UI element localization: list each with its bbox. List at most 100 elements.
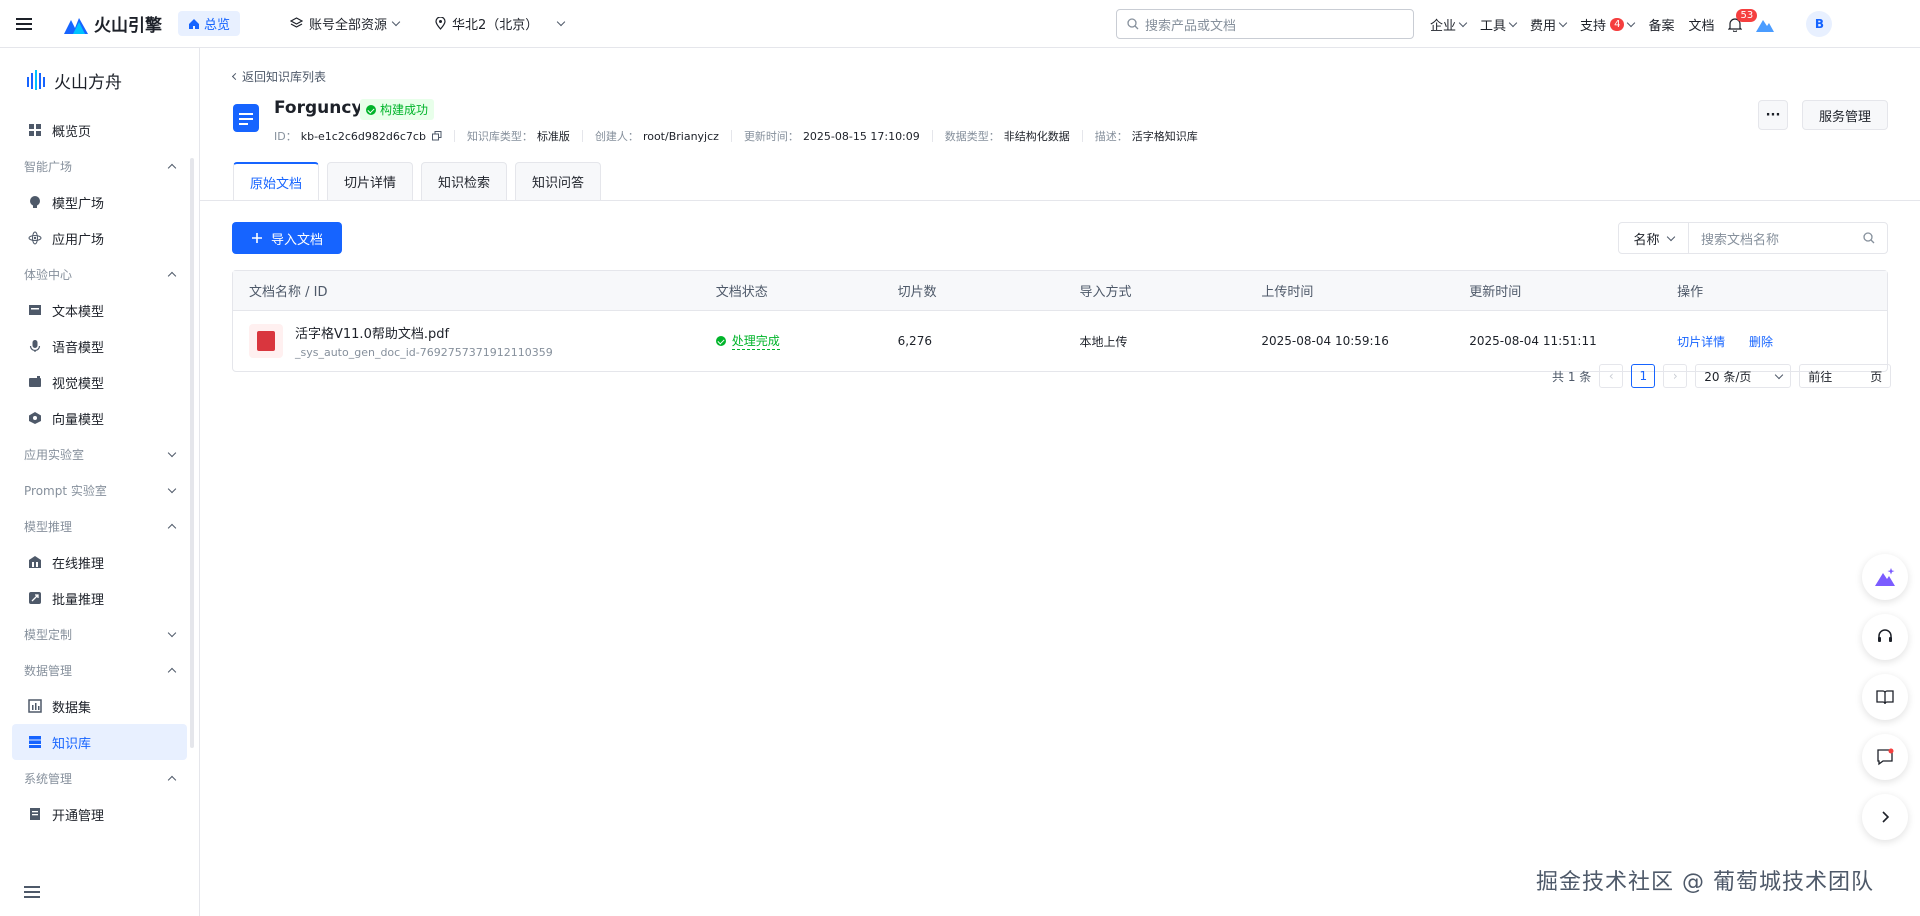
column-header: 导入方式 xyxy=(1079,285,1132,300)
doc-status[interactable]: 处理完成 xyxy=(731,332,780,350)
sidebar-item-online-inference[interactable]: 在线推理 xyxy=(12,544,187,580)
nav-support[interactable]: 支持 4 xyxy=(1580,15,1636,34)
chevron-down-icon xyxy=(391,17,401,27)
doc-name-cell: 活字格V11.0帮助文档.pdf _sys_auto_gen_doc_id-76… xyxy=(233,323,716,359)
overview-button[interactable]: 总览 xyxy=(178,11,241,36)
column-header: 切片数 xyxy=(897,285,937,300)
back-to-kb-list-link[interactable]: 返回知识库列表 xyxy=(231,68,326,85)
grid-icon xyxy=(29,124,41,136)
sidebar-item-label: 视觉模型 xyxy=(52,376,105,392)
sidebar-group-prompt-lab[interactable]: Prompt 实验室 xyxy=(0,472,199,508)
doc-name[interactable]: 活字格V11.0帮助文档.pdf xyxy=(295,323,553,342)
chevron-down-icon xyxy=(167,448,177,457)
search-icon xyxy=(1863,232,1875,244)
nav-enterprise[interactable]: 企业 xyxy=(1430,15,1468,34)
ark-assistant-button[interactable] xyxy=(1756,16,1775,32)
copy-icon[interactable] xyxy=(431,131,442,141)
sidebar-item-text-model[interactable]: 文本模型 xyxy=(12,292,187,328)
slice-details-link[interactable]: 切片详情 xyxy=(1677,335,1725,349)
doc-search-input[interactable]: 搜索文档名称 xyxy=(1689,223,1887,253)
tab-slice-details[interactable]: 切片详情 xyxy=(327,162,414,200)
slice-count: 6,276 xyxy=(897,334,932,348)
sidebar-item-dataset[interactable]: 数据集 xyxy=(12,688,187,724)
sidebar-item-knowledge-base[interactable]: 知识库 xyxy=(12,724,187,760)
sidebar-header[interactable]: 火山方舟 xyxy=(0,48,199,112)
support-headset-button[interactable] xyxy=(1862,614,1908,660)
chevron-up-icon xyxy=(167,775,177,784)
notification-badge: 53 xyxy=(1736,8,1758,22)
book-icon xyxy=(1876,690,1894,705)
chevron-down-icon xyxy=(1627,18,1636,27)
sidebar-item-label: 模型广场 xyxy=(52,196,105,212)
database-icon xyxy=(29,736,41,748)
sidebar-group-experience[interactable]: 体验中心 xyxy=(0,256,199,292)
feedback-button[interactable] xyxy=(1862,734,1908,780)
tab-original-docs[interactable]: 原始文档 xyxy=(233,162,320,200)
import-document-button[interactable]: 导入文档 xyxy=(232,222,342,254)
meta-desc-label: 描述： xyxy=(1094,130,1128,143)
user-avatar[interactable]: B xyxy=(1806,11,1833,37)
pager-total: 共 1 条 xyxy=(1552,369,1592,384)
more-actions-button[interactable]: ··· xyxy=(1758,100,1788,130)
tab-knowledge-search[interactable]: 知识检索 xyxy=(421,162,508,200)
building-icon xyxy=(29,556,41,568)
service-management-button[interactable]: 服务管理 xyxy=(1802,100,1888,130)
next-page-button[interactable]: › xyxy=(1663,364,1688,388)
sidebar-group-customize[interactable]: 模型定制 xyxy=(0,616,199,652)
camera-icon xyxy=(29,376,41,387)
sidebar-item-activation[interactable]: 开通管理 xyxy=(12,796,187,832)
account-resource-select[interactable]: 账号全部资源 xyxy=(290,14,401,33)
chevron-up-icon xyxy=(167,667,177,676)
sidebar-group-label: 智能广场 xyxy=(24,159,73,174)
search-field-select[interactable]: 名称 xyxy=(1619,223,1689,253)
doc-id: _sys_auto_gen_doc_id-7692757371912110359 xyxy=(295,346,553,359)
tab-divider xyxy=(200,200,1920,201)
nav-docs-label: 文档 xyxy=(1688,18,1715,34)
product-search-input[interactable]: 搜索产品或文档 xyxy=(1116,9,1414,39)
chevron-down-icon xyxy=(167,628,177,637)
sidebar-group-inference[interactable]: 模型推理 xyxy=(0,508,199,544)
region-select-label: 华北2（北京） xyxy=(452,18,539,33)
sidebar-group-data[interactable]: 数据管理 xyxy=(0,652,199,688)
chart-icon xyxy=(28,699,42,713)
ai-assistant-button[interactable] xyxy=(1862,554,1908,600)
chevron-down-icon xyxy=(1508,18,1518,27)
prev-page-button[interactable]: ‹ xyxy=(1599,364,1624,388)
chevron-up-icon xyxy=(167,271,177,280)
sidebar-item-batch-inference[interactable]: 批量推理 xyxy=(12,580,187,616)
tab-knowledge-qa[interactable]: 知识问答 xyxy=(515,162,602,200)
delete-link[interactable]: 删除 xyxy=(1749,335,1773,349)
sidebar-group-app-lab[interactable]: 应用实验室 xyxy=(0,436,199,472)
nav-billing[interactable]: 费用 xyxy=(1530,15,1568,34)
location-icon xyxy=(435,17,446,30)
nav-beian[interactable]: 备案 xyxy=(1648,15,1674,34)
menu-toggle-icon[interactable] xyxy=(0,0,48,48)
sidebar-item-label: 在线推理 xyxy=(52,556,105,572)
sidebar-scrollbar[interactable] xyxy=(190,158,194,748)
expand-button[interactable] xyxy=(1862,794,1908,840)
mountain-icon xyxy=(1756,20,1775,32)
collapse-sidebar-icon[interactable] xyxy=(24,886,40,900)
brand-logo[interactable]: 火山引擎 xyxy=(64,11,162,36)
nav-support-label: 支持 xyxy=(1580,18,1607,34)
column-header: 上传时间 xyxy=(1261,285,1314,300)
sidebar-item-label: 文本模型 xyxy=(52,304,105,320)
sidebar-item-voice-model[interactable]: 语音模型 xyxy=(12,328,187,364)
sidebar-item-app-plaza[interactable]: 应用广场 xyxy=(12,220,187,256)
sidebar-item-vision-model[interactable]: 视觉模型 xyxy=(12,364,187,400)
tabs: 原始文档 切片详情 知识检索 知识问答 xyxy=(233,162,602,200)
notification-button[interactable]: 53 xyxy=(1728,8,1758,32)
page-size-select[interactable]: 20 条/页 xyxy=(1695,364,1792,388)
sidebar-item-overview[interactable]: 概览页 xyxy=(12,112,187,148)
sidebar-item-model-plaza[interactable]: 模型广场 xyxy=(12,184,187,220)
region-select[interactable]: 华北2（北京） xyxy=(435,14,566,33)
goto-page-input[interactable]: 前往 页 xyxy=(1799,364,1892,388)
sidebar-group-system[interactable]: 系统管理 xyxy=(0,760,199,796)
sidebar-item-vector-model[interactable]: 向量模型 xyxy=(12,400,187,436)
nav-docs[interactable]: 文档 xyxy=(1688,15,1714,34)
docs-button[interactable] xyxy=(1862,674,1908,720)
sidebar-group-smart-plaza[interactable]: 智能广场 xyxy=(0,148,199,184)
page-number[interactable]: 1 xyxy=(1631,364,1656,388)
nav-tools[interactable]: 工具 xyxy=(1480,15,1518,34)
pagination: 共 1 条 ‹ 1 › 20 条/页 前往 页 xyxy=(1552,364,1892,388)
